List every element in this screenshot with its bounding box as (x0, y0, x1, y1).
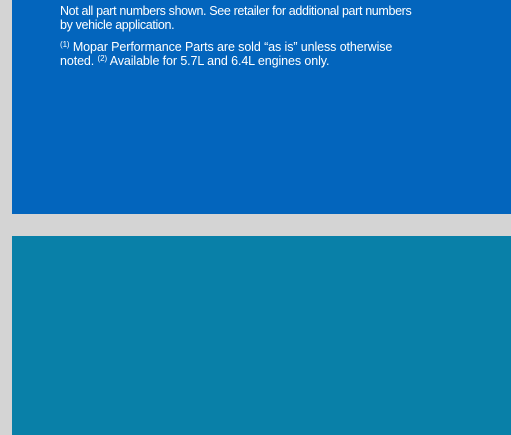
footnote-1-text-continued: noted. (60, 54, 98, 68)
footnote-list: (1) Mopar Performance Parts are sold “as… (60, 40, 467, 68)
footnote-1-text: Mopar Performance Parts are sold “as is”… (69, 40, 393, 54)
footnotes-panel: Not all part numbers shown. See retailer… (12, 0, 511, 214)
part-numbers-note-line-1: Not all part numbers shown. See retailer… (60, 4, 412, 18)
part-numbers-note: Not all part numbers shown. See retailer… (60, 0, 467, 32)
part-numbers-note-line-2: by vehicle application. (60, 18, 175, 32)
lower-panel (12, 236, 511, 435)
footnote-2-text: Available for 5.7L and 6.4L engines only… (107, 54, 330, 68)
footnote-marker-2: (2) (97, 54, 108, 63)
